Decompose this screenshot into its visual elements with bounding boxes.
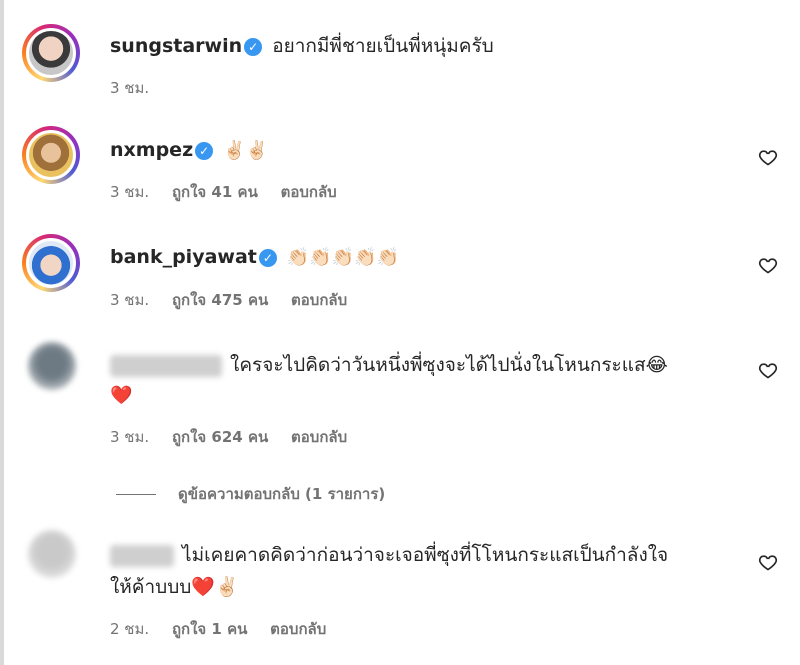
comment-body: nxmpez ✓ ✌🏻✌🏻: [110, 137, 268, 164]
comment-likes[interactable]: ถูกใจ 475 คน: [172, 291, 268, 309]
heart-outline-icon[interactable]: [758, 360, 778, 380]
comment-likes[interactable]: ถูกใจ 1 คน: [172, 620, 247, 638]
heart-outline-icon[interactable]: [758, 147, 778, 167]
comment-text: ไม่เคยคาดคิดว่าก่อนว่าจะเจอพี่ซุงที่โโหน…: [182, 544, 669, 566]
comment-username[interactable]: bank_piyawat: [110, 246, 257, 268]
comment-time[interactable]: 3 ชม.: [110, 291, 149, 309]
reply-button[interactable]: ตอบกลับ: [291, 291, 347, 309]
comment-time[interactable]: 3 ชม.: [110, 79, 149, 97]
comment-text: ให้ค้าบบบ❤️✌🏻: [110, 576, 239, 598]
divider-line: [116, 494, 156, 495]
view-replies-label: ดูข้อความตอบกลับ (1 รายการ): [178, 485, 386, 503]
avatar[interactable]: [22, 234, 80, 292]
heart-outline-icon[interactable]: [758, 255, 778, 275]
reply-button[interactable]: ตอบกลับ: [291, 428, 347, 446]
comment-text: ❤️: [110, 385, 133, 406]
avatar[interactable]: [28, 530, 76, 578]
comment-text-continuation: ❤️: [110, 382, 132, 409]
comment-time[interactable]: 3 ชม.: [110, 183, 149, 201]
comment-meta: 3 ชม.: [110, 76, 167, 100]
heart-outline-icon[interactable]: [758, 552, 778, 572]
avatar[interactable]: [22, 24, 80, 82]
comment-text: 👏🏻👏🏻👏🏻👏🏻👏🏻: [286, 247, 399, 268]
verified-badge-icon: ✓: [195, 142, 214, 160]
reply-button[interactable]: ตอบกลับ: [270, 620, 326, 638]
comment-meta: 3 ชม. ถูกใจ 624 คน ตอบกลับ: [110, 425, 365, 449]
window-edge: [0, 0, 4, 665]
verified-badge-icon: ✓: [244, 38, 263, 56]
comment-meta: 2 ชม. ถูกใจ 1 คน ตอบกลับ: [110, 617, 344, 641]
comment-body: sungstarwin ✓ อยากมีพี่ชายเป็นพี่หนุ่มครั…: [110, 33, 494, 59]
comment-meta: 3 ชม. ถูกใจ 475 คน ตอบกลับ: [110, 288, 365, 312]
avatar[interactable]: [22, 126, 80, 184]
comment-username-hidden[interactable]: [110, 354, 222, 377]
comment-username[interactable]: nxmpez: [110, 139, 193, 161]
view-replies-button[interactable]: ดูข้อความตอบกลับ (1 รายการ): [116, 482, 385, 506]
comment-body: ใครจะไปคิดว่าวันหนึ่งพี่ซุงจะได้ไปนั่งใน…: [110, 352, 668, 378]
comment-body: bank_piyawat ✓ 👏🏻👏🏻👏🏻👏🏻👏🏻: [110, 244, 399, 271]
verified-badge-icon: ✓: [258, 249, 277, 267]
comment-meta: 3 ชม. ถูกใจ 41 คน ตอบกลับ: [110, 180, 355, 204]
avatar[interactable]: [28, 342, 76, 390]
comment-body: ไม่เคยคาดคิดว่าก่อนว่าจะเจอพี่ซุงที่โโหน…: [110, 542, 668, 568]
comment-text: ใครจะไปคิดว่าวันหนึ่งพี่ซุงจะได้ไปนั่งใน…: [230, 354, 668, 376]
comment-text: ✌🏻✌🏻: [223, 140, 268, 161]
comment-text: อยากมีพี่ชายเป็นพี่หนุ่มครับ: [272, 35, 494, 57]
comment-time[interactable]: 2 ชม.: [110, 620, 149, 638]
comment-text-continuation: ให้ค้าบบบ❤️✌🏻: [110, 574, 239, 600]
comment-likes[interactable]: ถูกใจ 624 คน: [172, 428, 268, 446]
comment-time[interactable]: 3 ชม.: [110, 428, 149, 446]
reply-button[interactable]: ตอบกลับ: [281, 183, 337, 201]
comment-username-hidden[interactable]: [110, 544, 174, 567]
comment-username[interactable]: sungstarwin: [110, 35, 242, 57]
comment-item: sungstarwin ✓ อยากมีพี่ชายเป็นพี่หนุ่มครั…: [20, 0, 800, 110]
comment-likes[interactable]: ถูกใจ 41 คน: [172, 183, 258, 201]
